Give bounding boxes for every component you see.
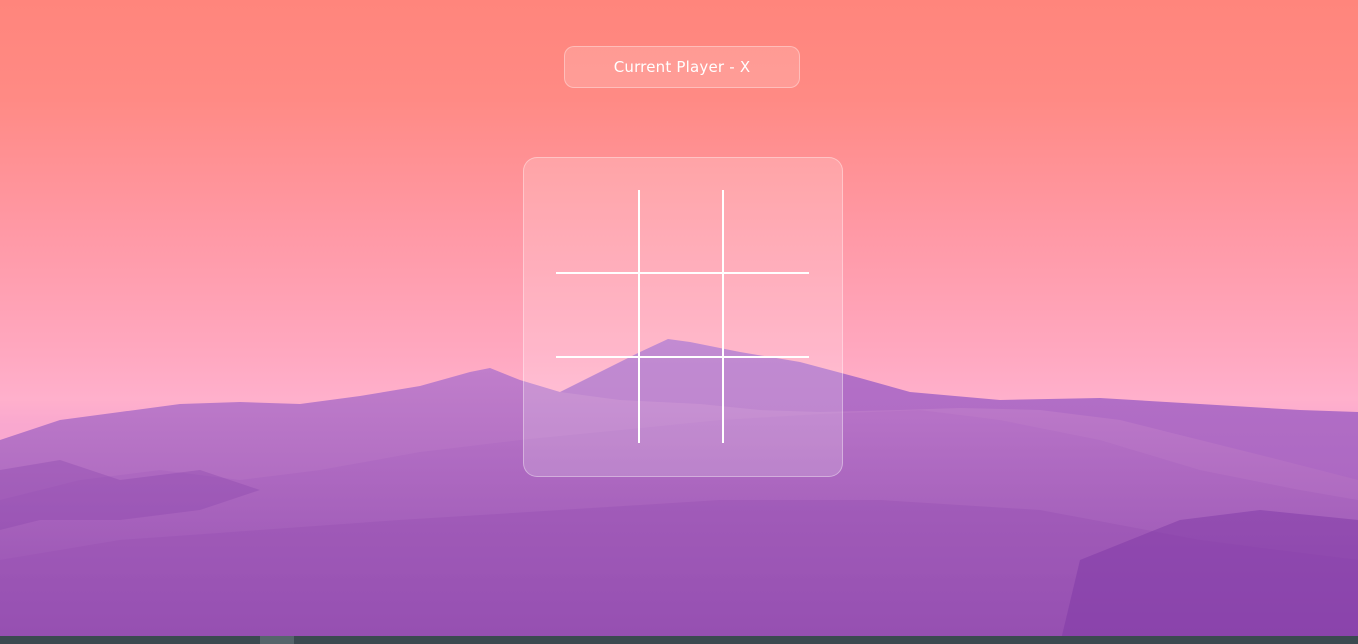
board-cell-3[interactable] (724, 190, 809, 274)
board-cell-2[interactable] (640, 190, 724, 274)
tic-tac-toe-grid (556, 190, 811, 445)
game-board-panel (523, 157, 843, 477)
current-player-status: Current Player - X (564, 46, 800, 88)
board-cell-9[interactable] (724, 358, 809, 443)
board-cell-8[interactable] (640, 358, 724, 443)
game-background: Current Player - X (0, 0, 1358, 644)
board-cell-5[interactable] (640, 274, 724, 358)
taskbar-item[interactable] (260, 636, 294, 644)
board-cell-1[interactable] (556, 190, 640, 274)
board-cell-7[interactable] (556, 358, 640, 443)
board-cell-6[interactable] (724, 274, 809, 358)
board-cell-4[interactable] (556, 274, 640, 358)
taskbar (0, 636, 1358, 644)
